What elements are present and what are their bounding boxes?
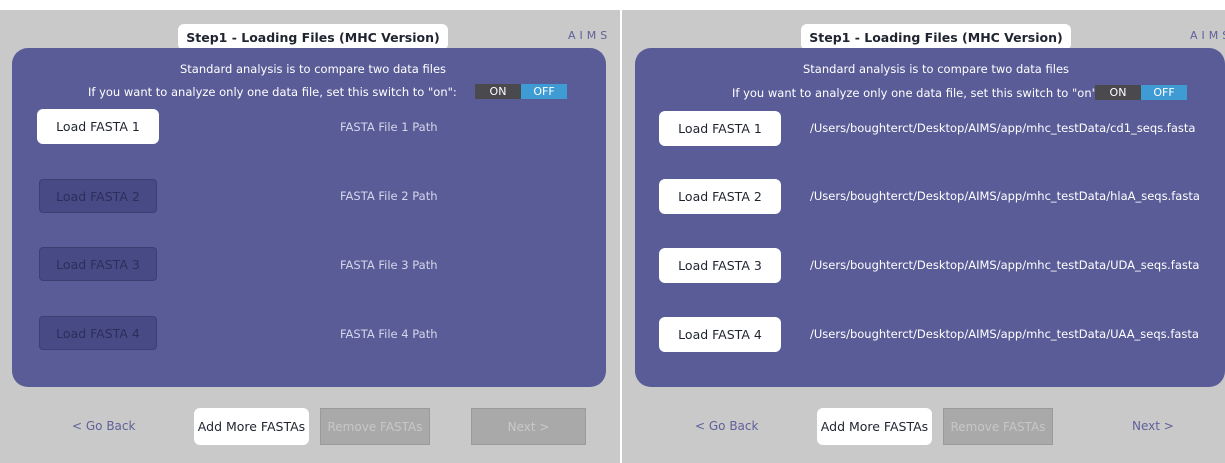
instruction-line-2: If you want to analyze only one data fil… bbox=[732, 86, 1101, 100]
fasta-file-4-path: /Users/boughterct/Desktop/AIMS/app/mhc_t… bbox=[810, 327, 1199, 341]
fasta-file-1-path: FASTA File 1 Path bbox=[340, 120, 438, 134]
instruction-line-2: If you want to analyze only one data fil… bbox=[88, 85, 457, 99]
single-file-switch[interactable]: ON OFF bbox=[1095, 85, 1187, 100]
left-screen: Step1 - Loading Files (MHC Version) AIMS… bbox=[0, 10, 620, 463]
next-button[interactable]: Next > bbox=[1132, 419, 1174, 433]
page-title: Step1 - Loading Files (MHC Version) bbox=[801, 24, 1071, 50]
fasta-file-2-path: FASTA File 2 Path bbox=[340, 189, 438, 203]
fasta-file-3-path: /Users/boughterct/Desktop/AIMS/app/mhc_t… bbox=[810, 258, 1200, 272]
aims-logo: AIMS bbox=[568, 29, 612, 42]
single-file-switch[interactable]: ON OFF bbox=[475, 84, 567, 99]
page-title: Step1 - Loading Files (MHC Version) bbox=[178, 24, 448, 50]
load-fasta-3-button[interactable]: Load FASTA 3 bbox=[40, 248, 156, 280]
add-more-fastas-button[interactable]: Add More FASTAs bbox=[817, 408, 932, 445]
go-back-link[interactable]: < Go Back bbox=[695, 419, 758, 433]
load-fasta-4-button[interactable]: Load FASTA 4 bbox=[659, 317, 781, 352]
go-back-link[interactable]: < Go Back bbox=[72, 419, 135, 433]
aims-logo: AIMS bbox=[1190, 29, 1225, 42]
load-fasta-2-button[interactable]: Load FASTA 2 bbox=[659, 179, 781, 214]
right-screen: Step1 - Loading Files (MHC Version) AIM S… bbox=[622, 10, 1225, 463]
load-fasta-1-button[interactable]: Load FASTA 1 bbox=[37, 109, 159, 144]
fasta-file-3-path: FASTA File 3 Path bbox=[340, 258, 438, 272]
instruction-line-1: Standard analysis is to compare two data… bbox=[180, 62, 447, 76]
load-fasta-4-button[interactable]: Load FASTA 4 bbox=[40, 317, 156, 349]
remove-fastas-button[interactable]: Remove FASTAs bbox=[943, 408, 1053, 445]
switch-off-option[interactable]: OFF bbox=[521, 84, 567, 99]
fasta-file-2-path: /Users/boughterct/Desktop/AIMS/app/mhc_t… bbox=[810, 189, 1200, 203]
switch-on-option[interactable]: ON bbox=[1095, 85, 1141, 100]
switch-on-option[interactable]: ON bbox=[475, 84, 521, 99]
next-button[interactable]: Next > bbox=[471, 408, 586, 445]
switch-off-option[interactable]: OFF bbox=[1141, 85, 1187, 100]
instruction-line-1: Standard analysis is to compare two data… bbox=[803, 62, 1070, 76]
fasta-file-4-path: FASTA File 4 Path bbox=[340, 327, 438, 341]
remove-fastas-button[interactable]: Remove FASTAs bbox=[320, 408, 430, 445]
load-fasta-2-button[interactable]: Load FASTA 2 bbox=[40, 180, 156, 212]
add-more-fastas-button[interactable]: Add More FASTAs bbox=[194, 408, 309, 445]
load-fasta-1-button[interactable]: Load FASTA 1 bbox=[659, 111, 781, 146]
load-fasta-3-button[interactable]: Load FASTA 3 bbox=[659, 248, 781, 283]
fasta-file-1-path: /Users/boughterct/Desktop/AIMS/app/mhc_t… bbox=[810, 121, 1196, 135]
